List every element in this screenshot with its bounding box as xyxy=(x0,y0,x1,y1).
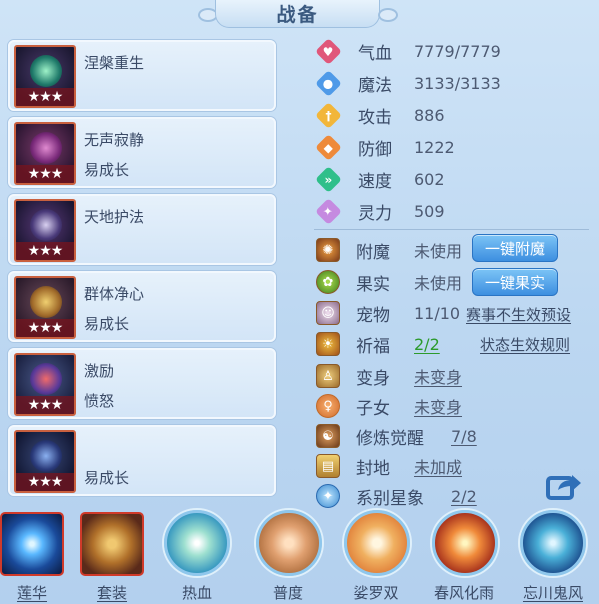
daughter-row: ♀ 子女 未变身 xyxy=(316,392,594,420)
cultivation-icon: ☯ xyxy=(316,424,340,448)
skill-sub: 易成长 xyxy=(84,161,130,179)
skill-stars: ★★★ xyxy=(16,88,74,106)
skill-card[interactable]: ★★★ 天地护法 xyxy=(8,194,276,265)
skill-guardian-icon: ★★★ xyxy=(14,199,76,262)
skill-stars: ★★★ xyxy=(16,396,74,414)
stats-divider xyxy=(314,229,589,230)
skill-dark-icon: ★★★ xyxy=(14,430,76,493)
skill-card[interactable]: ★★★ 激励 愤怒 xyxy=(8,348,276,419)
transform-icon: ♙ xyxy=(316,364,340,388)
page-title: 战备 xyxy=(215,0,380,28)
title-ornament-right xyxy=(378,8,398,22)
skill-purify-icon: ★★★ xyxy=(14,276,76,339)
skill-label: 莲华 xyxy=(16,584,47,602)
share-icon[interactable] xyxy=(546,470,582,502)
mana-icon: ● xyxy=(314,69,342,97)
spring-rain-skill-icon[interactable] xyxy=(432,510,498,576)
skill-label: 春风化雨 xyxy=(433,584,494,602)
skill-card[interactable]: ★★★ 无声寂静 易成长 xyxy=(8,117,276,188)
skill-silence-icon: ★★★ xyxy=(14,122,76,185)
skill-stars: ★★★ xyxy=(16,165,74,183)
salvation-skill-icon[interactable] xyxy=(256,510,322,576)
skill-label: 热血 xyxy=(181,584,212,602)
constellation-value[interactable]: 2/2 xyxy=(451,487,477,506)
stat-speed: » 速度 602 xyxy=(314,165,586,193)
territory-value[interactable]: 未加成 xyxy=(414,454,462,478)
cultivation-row: ☯ 修炼觉醒 7/8 xyxy=(316,422,594,450)
stat-defense: ◆ 防御 1222 xyxy=(314,133,586,161)
lotus-skill-icon[interactable] xyxy=(0,512,64,576)
fruit-icon: ✿ xyxy=(316,270,340,294)
cultivation-value[interactable]: 7/8 xyxy=(451,427,477,446)
child-icon: ♀ xyxy=(316,394,340,418)
blessing-value[interactable]: 2/2 xyxy=(414,335,440,354)
skill-stars: ★★★ xyxy=(16,319,74,337)
sala-twin-skill-icon[interactable] xyxy=(344,510,410,576)
ghost-wind-skill-icon[interactable] xyxy=(520,510,586,576)
spirit-icon: ✦ xyxy=(314,197,342,225)
transform-value[interactable]: 未变身 xyxy=(414,364,462,388)
skill-sub: 易成长 xyxy=(84,315,130,333)
status-rules-link[interactable]: 状态生效规则 xyxy=(480,334,570,355)
armor-set-icon[interactable] xyxy=(80,512,144,576)
skill-label: 忘川鬼风 xyxy=(522,584,583,602)
hot-blood-skill-icon[interactable] xyxy=(164,510,230,576)
stat-attack: † 攻击 886 xyxy=(314,101,586,129)
skill-label: 娑罗双 xyxy=(353,584,399,602)
enchant-icon: ✺ xyxy=(316,238,340,262)
skill-name: 群体净心 xyxy=(84,285,145,303)
transform-row: ♙ 变身 未变身 xyxy=(316,362,594,390)
speed-icon: » xyxy=(314,165,342,193)
skill-stars: ★★★ xyxy=(16,473,74,491)
match-preset-link[interactable]: 赛事不生效预设 xyxy=(466,304,571,325)
bottom-skill-bar: 莲华 套装 热血 普度 娑罗双 春风化雨 忘川鬼风 xyxy=(0,504,599,604)
pet-avatar-icon: ☺ xyxy=(316,301,340,325)
skill-card[interactable]: ★★★ 群体净心 易成长 xyxy=(8,271,276,342)
header: 战备 xyxy=(0,0,599,30)
skill-name: 激励 xyxy=(84,362,115,380)
heart-icon: ♥ xyxy=(314,37,342,65)
daughter-value[interactable]: 未变身 xyxy=(414,394,462,418)
skill-name: 天地护法 xyxy=(84,208,145,226)
auto-fruit-button[interactable]: 一键果实 xyxy=(472,268,558,296)
skill-card[interactable]: ★★★ 涅槃重生 xyxy=(8,40,276,111)
territory-icon: ▤ xyxy=(316,454,340,478)
skill-label: 套装 xyxy=(96,584,127,602)
skill-nirvana-icon: ★★★ xyxy=(14,45,76,108)
sword-icon: † xyxy=(314,101,342,129)
stat-hp: ♥ 气血 7779/7779 xyxy=(314,37,586,65)
skill-name: 无声寂静 xyxy=(84,131,145,149)
skill-label: 普度 xyxy=(272,584,303,602)
skill-sub: 易成长 xyxy=(84,469,130,487)
skill-card[interactable]: ★★★ 易成长 xyxy=(8,425,276,496)
blessing-icon: ☀ xyxy=(316,332,340,356)
shield-icon: ◆ xyxy=(314,133,342,161)
stat-mp: ● 魔法 3133/3133 xyxy=(314,69,586,97)
skill-stars: ★★★ xyxy=(16,242,74,260)
stat-spirit: ✦ 灵力 509 xyxy=(314,197,586,225)
skill-name: 涅槃重生 xyxy=(84,54,145,72)
skill-sub: 愤怒 xyxy=(84,392,115,410)
auto-enchant-button[interactable]: 一键附魔 xyxy=(472,234,558,262)
skill-inspire-icon: ★★★ xyxy=(14,353,76,416)
